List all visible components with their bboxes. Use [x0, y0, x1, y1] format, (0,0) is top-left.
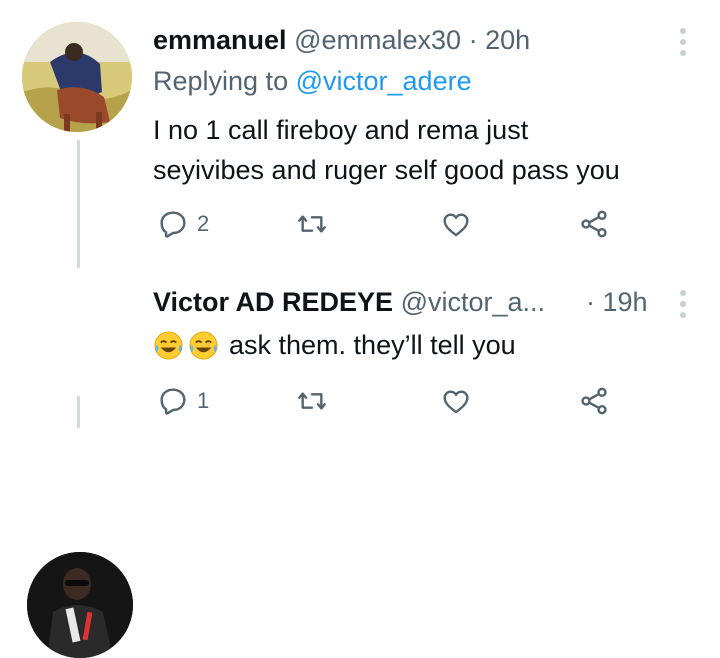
- separator: ·: [586, 287, 595, 317]
- reply-button[interactable]: 1: [157, 385, 209, 417]
- handle[interactable]: @emmalex30: [294, 25, 461, 55]
- more-options-icon[interactable]: [680, 28, 688, 61]
- retweet-button[interactable]: [296, 208, 328, 240]
- replying-to: Replying to @victor_adere: [153, 66, 472, 97]
- avatar[interactable]: [27, 552, 133, 658]
- timestamp[interactable]: 19h: [603, 287, 648, 317]
- replying-prefix: Replying to: [153, 66, 289, 96]
- tweet-emmanuel[interactable]: emmanuel @emmalex30 · 20h Replying to @v…: [0, 0, 720, 270]
- timestamp[interactable]: 20h: [485, 25, 530, 55]
- tweet-time: · 19h: [586, 287, 648, 318]
- tweet-text-line: seyivibes and ruger self good pass you: [153, 155, 620, 185]
- like-button[interactable]: [440, 208, 472, 240]
- reply-count: 2: [197, 211, 210, 236]
- reply-button[interactable]: 2: [157, 208, 209, 240]
- avatar[interactable]: [22, 22, 132, 132]
- more-options-icon[interactable]: [680, 290, 688, 323]
- tweet-victor[interactable]: Victor AD REDEYE @victor_a... · 19h ask …: [0, 270, 720, 658]
- retweet-button[interactable]: [296, 385, 328, 417]
- tears-of-joy-emoji: [154, 330, 183, 360]
- tweet-header: Victor AD REDEYE @victor_a...: [153, 287, 545, 318]
- tears-of-joy-emoji: [189, 330, 218, 360]
- share-button[interactable]: [578, 208, 610, 240]
- tweet-text-line: I no 1 call fireboy and rema just: [153, 115, 529, 145]
- share-icon: [581, 387, 607, 415]
- heart-icon: [443, 390, 469, 414]
- reply-icon: [160, 388, 186, 415]
- tweet-text-line: ask them. they’ll tell you: [229, 330, 516, 360]
- thread-line: [77, 396, 80, 428]
- reply-icon: [160, 211, 186, 238]
- tweet-text: I no 1 call fireboy and rema just seyivi…: [153, 110, 620, 190]
- tweet-text: ask them. they’ll tell you: [153, 325, 516, 365]
- handle[interactable]: @victor_a...: [401, 287, 545, 317]
- share-button[interactable]: [578, 385, 610, 417]
- retweet-icon: [298, 215, 326, 233]
- tweet-header: emmanuel @emmalex30 · 20h: [153, 25, 530, 56]
- display-name[interactable]: Victor AD REDEYE: [153, 287, 393, 317]
- display-name[interactable]: emmanuel: [153, 25, 287, 55]
- thread-line: [77, 140, 80, 268]
- replying-handle-link[interactable]: @victor_adere: [296, 66, 472, 96]
- retweet-icon: [298, 392, 326, 410]
- share-icon: [581, 210, 607, 238]
- heart-icon: [443, 213, 469, 237]
- reply-count: 1: [197, 388, 210, 413]
- like-button[interactable]: [440, 385, 472, 417]
- separator: ·: [468, 25, 478, 55]
